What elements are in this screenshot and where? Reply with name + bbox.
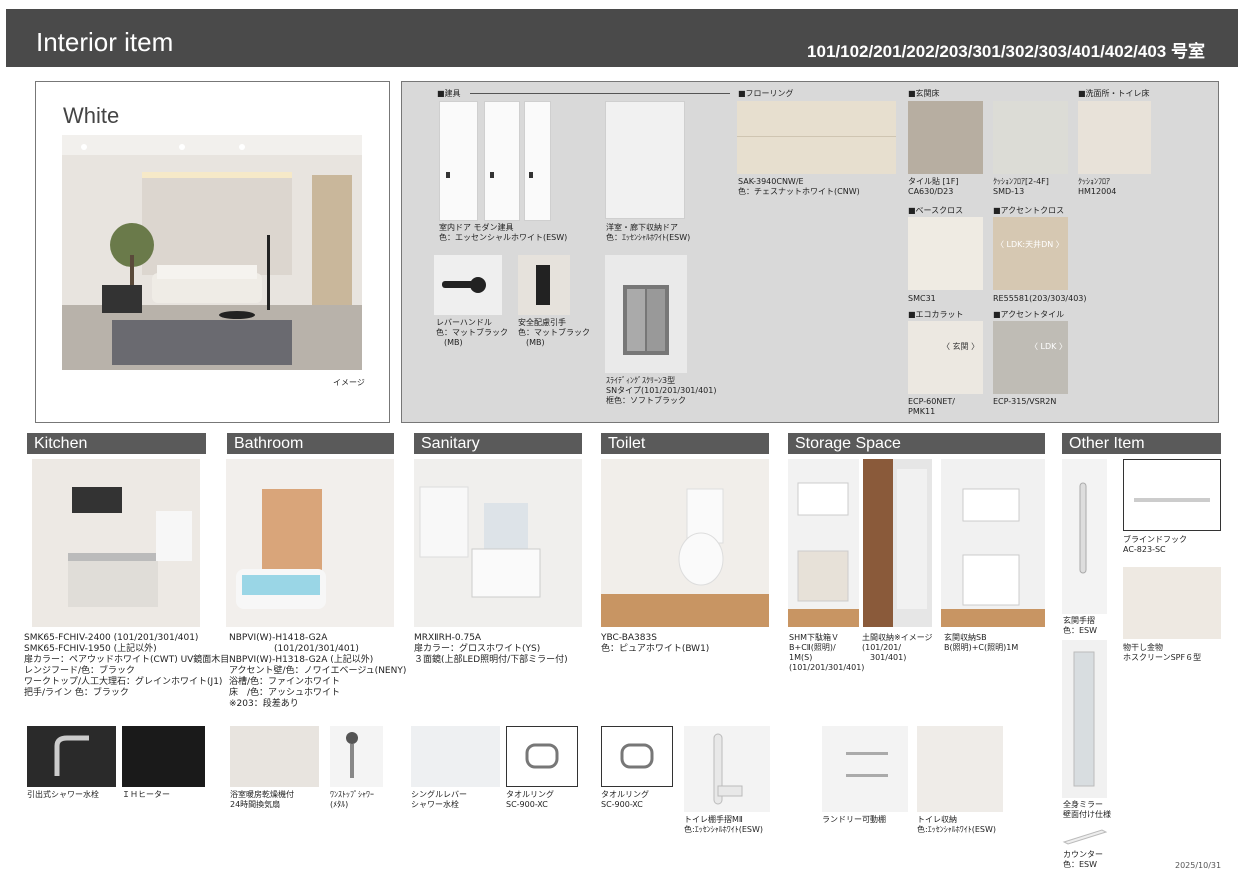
shower-head-photo <box>330 726 383 787</box>
handrail-caption: 玄関手摺 色：ESW <box>1063 616 1098 635</box>
accent-cloth-caption: RE55581(203/303/403) <box>993 294 1087 303</box>
laundry-caption: ランドリー可動棚 <box>822 815 886 824</box>
accent-cloth-label: ■アクセントクロス <box>993 206 1065 215</box>
blind-hook-photo <box>1123 459 1221 531</box>
storage-door-caption: 洋室・廊下収納ドア 色：ｴｯｾﾝｼｬﾙﾎﾜｲﾄ(ESW) <box>606 223 691 242</box>
toilet-spec: YBC-BA383S 色：ピュアホワイト(BW1) <box>601 633 710 654</box>
tategu-label: ■建具 <box>437 89 461 98</box>
pull-caption: 安全配慮引手 色：マットブラック (MB) <box>518 318 590 347</box>
section-kitchen: Kitchen <box>27 433 206 454</box>
bath-dryer-photo <box>230 726 319 787</box>
sanitary-photo <box>414 459 582 627</box>
bathroom-spec: NBPVI(W)-H1418-G2A (101/201/301/401) NBP… <box>229 633 407 709</box>
accent-tile-caption: ECP-315/VSR2N <box>993 397 1057 406</box>
sanitary-ring-caption: タオルリング SC-900-XC <box>506 790 554 809</box>
bathroom-photo <box>226 459 394 627</box>
eco-label: ■エコカラット <box>908 310 964 319</box>
shoe-cabinet-caption: SHM下駄箱Ｖ B+CⅡ(照明)/ 1M(S) (101/201/301/401… <box>789 633 865 672</box>
ih-caption: ＩＨヒーター <box>122 790 170 799</box>
drying-rack-photo <box>1123 567 1221 639</box>
washroom-caption: ｸｯｼｮﾝﾌﾛｱ HM12004 <box>1078 177 1117 196</box>
shower-faucet-photo <box>27 726 116 787</box>
doors-caption: 室内ドア モダン建具 色：エッセンシャルホワイト(ESW) <box>439 223 568 242</box>
section-storage: Storage Space <box>788 433 1045 454</box>
pull-handle-photo <box>518 255 570 315</box>
toilet-storage-caption: トイレ収納 色:ｴｯｾﾝｼｬﾙﾎﾜｲﾄ(ESW) <box>917 815 996 834</box>
sliding-caption: ｽﾗｲﾃﾞｨﾝｸﾞｽｸﾘｰﾝ3型 SNタイプ(101/201/301/401) … <box>606 376 717 405</box>
entry-storage-photo <box>941 459 1045 627</box>
sanitary-spec: MRXⅡRH-0.75A 扉カラー：グロスホワイト(YS) ３面鏡(上部LED照… <box>414 633 568 665</box>
drying-caption: 物干し金物 ホスクリーンSPF６型 <box>1123 643 1202 662</box>
cushion-caption: ｸｯｼｮﾝﾌﾛｱ[2-4F] SMD-13 <box>993 177 1049 196</box>
toilet-ring-caption: タオルリング SC-900-XC <box>601 790 649 809</box>
dryer-caption: 浴室暖房乾燥機付 24時間換気扇 <box>230 790 294 809</box>
lever-faucet-caption: シングルレバー シャワー水栓 <box>411 790 467 809</box>
base-cloth-caption: SMC31 <box>908 294 936 303</box>
entry-storage-caption: 玄関収納SB B(照明)+C(照明)1M <box>944 633 1019 652</box>
lever-handle-photo <box>434 255 502 315</box>
eco-caption: ECP-60NET/ PMK11 <box>908 397 955 416</box>
washroom-label: ■洗面所・トイレ床 <box>1078 89 1150 98</box>
toilet-shelf-photo <box>684 726 770 812</box>
toilet-shelf-caption: トイレ棚手摺MⅡ 色:ｴｯｾﾝｼｬﾙﾎﾜｲﾄ(ESW) <box>684 815 763 834</box>
color-name: White <box>63 103 120 128</box>
accent-tile-label: ■アクセントタイル <box>993 310 1065 319</box>
flooring-label: ■フローリング <box>738 89 794 98</box>
section-sanitary: Sanitary <box>414 433 582 454</box>
flooring-caption: SAK-3940CNW/E 色：チェスナットホワイト(CNW) <box>738 177 860 196</box>
toilet-photo <box>601 459 769 627</box>
section-other: Other Item <box>1062 433 1221 454</box>
genkan-label: ■玄関床 <box>908 89 940 98</box>
accent-cloth-swatch <box>993 217 1068 290</box>
handrail-photo <box>1062 459 1107 614</box>
ih-heater-photo <box>122 726 205 787</box>
shoe-cabinet-photo <box>788 459 859 627</box>
section-bathroom: Bathroom <box>227 433 394 454</box>
kitchen-photo <box>32 459 200 627</box>
kitchen-spec: SMK65-FCHIV-2400 (101/201/301/401) SMK65… <box>24 633 230 698</box>
storage-door-photo <box>605 101 685 219</box>
tile-caption: タイル貼 [1F] CA630/D23 <box>908 177 959 196</box>
eco-tag: 〈 玄関 〉 <box>942 342 980 351</box>
cushion-floor-swatch <box>993 101 1068 174</box>
section-toilet: Toilet <box>601 433 769 454</box>
counter-photo <box>1062 826 1108 846</box>
laundry-shelf-photo <box>822 726 908 812</box>
towel-ring-photo <box>506 726 578 787</box>
shower-caption: ﾜﾝｽﾄｯﾌﾟｼｬﾜｰ (ﾒﾀﾙ) <box>330 790 374 809</box>
base-cloth-label: ■ベースクロス <box>908 206 964 215</box>
accent-tile-swatch <box>993 321 1068 394</box>
unit-numbers: 101/102/201/202/203/301/302/303/401/402/… <box>807 42 1205 61</box>
tile-swatch <box>908 101 983 174</box>
earth-storage-caption: 土間収納※イメージ (101/201/ 301/401) <box>862 633 933 662</box>
full-mirror-photo <box>1062 640 1107 798</box>
blind-hook-caption: ブラインドフック AC-823-SC <box>1123 535 1187 554</box>
toilet-storage-photo <box>917 726 1003 812</box>
accent-tile-tag: 〈 LDK 〉 <box>1030 342 1067 351</box>
door-swatch <box>484 101 520 221</box>
sliding-screen-photo <box>605 255 687 373</box>
lever-caption: レバーハンドル 色：マットブラック (MB) <box>436 318 508 347</box>
living-room-photo <box>62 135 362 370</box>
flooring-swatch <box>737 101 896 174</box>
toilet-towel-ring-photo <box>601 726 673 787</box>
mirror-caption: 全身ミラー 壁面付け仕様 <box>1063 800 1111 819</box>
ecocarat-swatch <box>908 321 983 394</box>
faucet-caption: 引出式シャワー水栓 <box>27 790 99 799</box>
door-swatch <box>439 101 478 221</box>
earth-storage-photo <box>863 459 932 627</box>
washroom-swatch <box>1078 101 1151 174</box>
accent-cloth-tag: 〈 LDK:天井DN 〉 <box>996 240 1064 249</box>
base-cloth-swatch <box>908 217 983 290</box>
image-note: イメージ <box>333 378 365 387</box>
door-swatch <box>524 101 551 221</box>
divider <box>470 93 730 94</box>
counter-caption: カウンター 色：ESW <box>1063 850 1103 869</box>
page-title: Interior item <box>36 27 174 57</box>
single-lever-photo <box>411 726 500 787</box>
footer-date: 2025/10/31 <box>1175 861 1222 870</box>
